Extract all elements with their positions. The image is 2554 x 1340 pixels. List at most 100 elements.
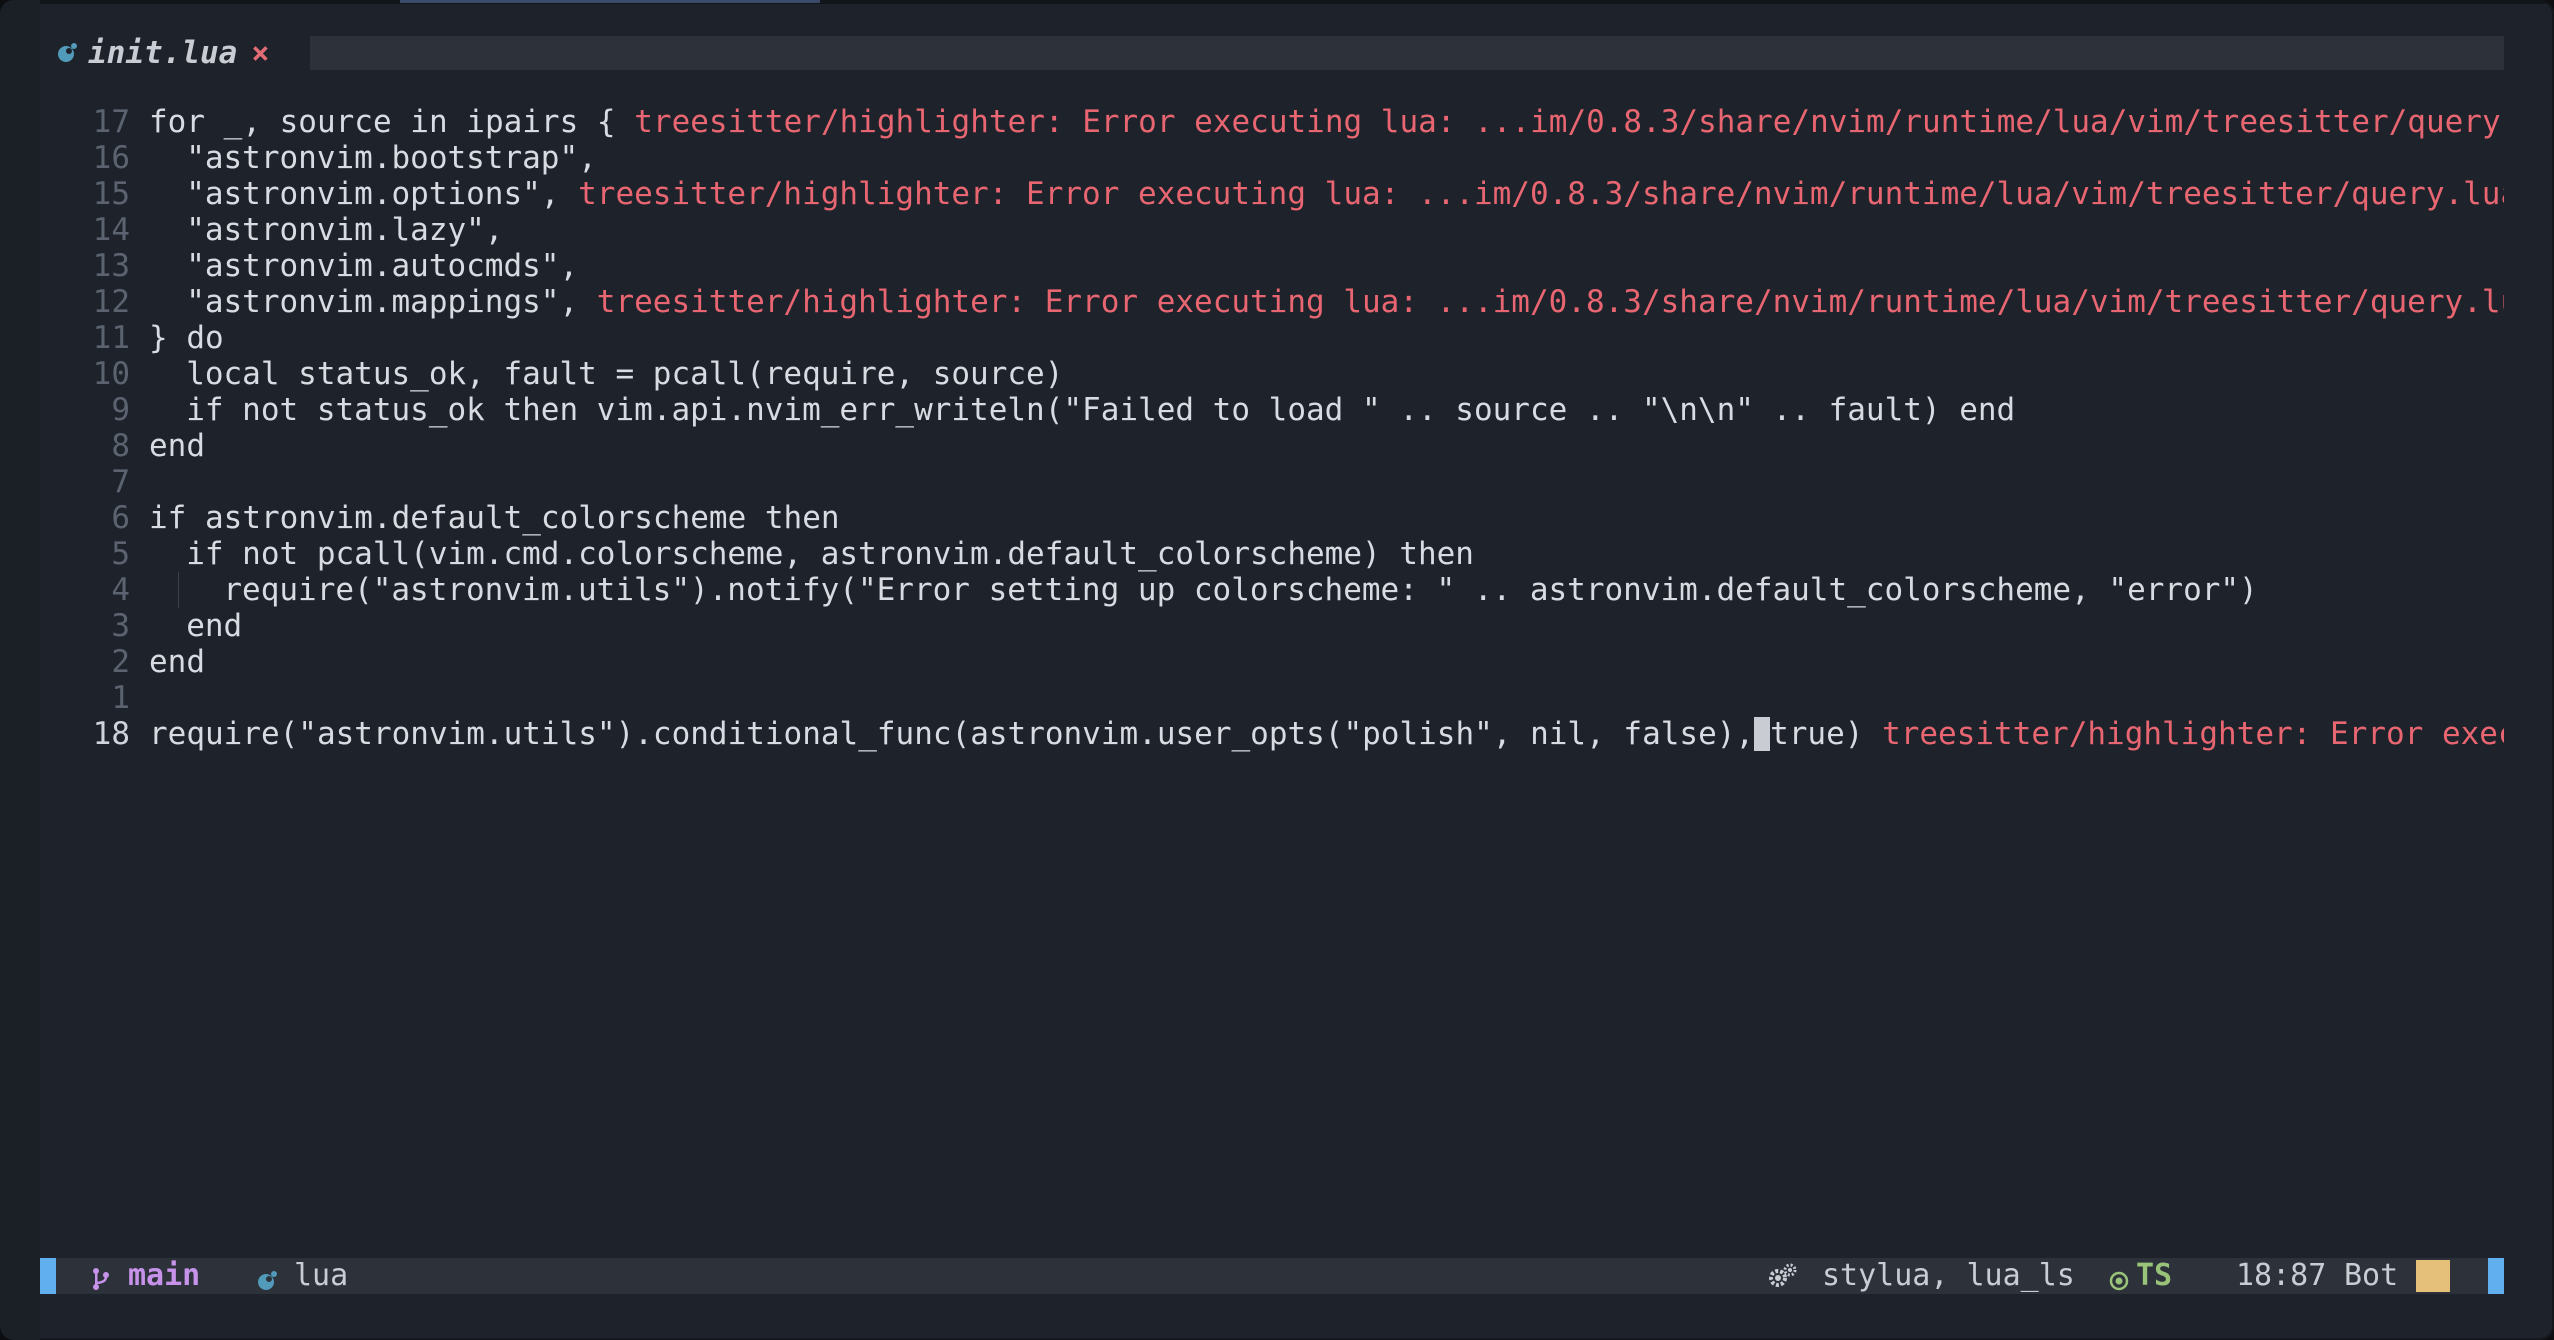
code-line[interactable]: 10 local status_ok, fault = pcall(require… bbox=[40, 356, 2504, 392]
code-content: } do bbox=[149, 320, 224, 356]
code-text: require("astronvim.utils").notify("Error… bbox=[223, 572, 2257, 608]
code-line[interactable]: 6 if astronvim.default_colorscheme then bbox=[40, 500, 2504, 536]
line-number: 1 bbox=[111, 680, 130, 716]
code-content: for _, source in ipairs { bbox=[149, 104, 635, 140]
line-number: 11 bbox=[92, 320, 130, 356]
diagnostic-virtual-text: treesitter/highlighter: Error executing … bbox=[634, 104, 2504, 140]
nvim-window: init.lua × 17 for _, source in ipairs { t… bbox=[0, 0, 2554, 1340]
filetype-label: lua bbox=[294, 1258, 349, 1293]
line-number: 8 bbox=[111, 428, 130, 464]
code-line[interactable]: 12 "astronvim.mappings", treesitter/highl… bbox=[40, 284, 2504, 320]
line-number: 14 bbox=[92, 212, 130, 248]
code-text: end bbox=[149, 428, 205, 464]
code-content: "astronvim.mappings", bbox=[186, 284, 597, 320]
code-text: } do bbox=[149, 320, 224, 356]
code-line[interactable]: 13 "astronvim.autocmds", bbox=[40, 248, 2504, 284]
treesitter-status: TS bbox=[2136, 1258, 2173, 1293]
lsp-clients[interactable]: stylua, lua_ls bbox=[1822, 1258, 2075, 1294]
diagnostic-virtual-text: treesitter/highlighter: Error executing … bbox=[596, 284, 2504, 320]
diagnostic-virtual-text: treesitter/highlighter: Error executing … bbox=[578, 176, 2504, 212]
code-content: if not status_ok then vim.api.nvim_err_w… bbox=[186, 392, 2016, 428]
code-content: local status_ok, fault = pcall(require, … bbox=[186, 356, 1064, 392]
code-line[interactable]: 7 bbox=[40, 464, 2504, 500]
statusline: main lua stylua, lua_ls TS 18:87 Bot bbox=[40, 1258, 2504, 1294]
line-number: 12 bbox=[92, 284, 130, 320]
line-number: 3 bbox=[111, 608, 130, 644]
code-content: end bbox=[149, 644, 205, 680]
code-line[interactable]: 16 "astronvim.bootstrap", bbox=[40, 140, 2504, 176]
text-cursor bbox=[1754, 717, 1771, 751]
git-branch-name[interactable]: main bbox=[128, 1258, 200, 1294]
code-text: "astronvim.options", treesitter/highligh… bbox=[186, 176, 2504, 212]
code-before-cursor: require("astronvim.utils").conditional_f… bbox=[149, 716, 1755, 752]
code-line[interactable]: 4 require("astronvim.utils").notify("Erro… bbox=[40, 572, 2504, 608]
line-number: 10 bbox=[92, 356, 130, 392]
code-text: if not status_ok then vim.api.nvim_err_w… bbox=[186, 392, 2015, 428]
lua-icon bbox=[256, 1265, 278, 1290]
line-number: 4 bbox=[111, 572, 130, 608]
code-text: "astronvim.autocmds", bbox=[186, 248, 578, 284]
code-content: "astronvim.bootstrap", bbox=[186, 140, 597, 176]
scroll-position: Bot bbox=[2344, 1258, 2399, 1293]
current-line-number: 18 bbox=[92, 716, 130, 752]
code-content: "astronvim.lazy", bbox=[186, 212, 504, 248]
code-content: if astronvim.default_colorscheme then bbox=[149, 500, 840, 536]
code-text: end bbox=[149, 644, 205, 680]
code-line[interactable]: 5 if not pcall(vim.cmd.colorscheme, astro… bbox=[40, 536, 2504, 572]
code-line[interactable]: 17 for _, source in ipairs { treesitter/h… bbox=[40, 104, 2504, 140]
mode-indicator-right bbox=[2488, 1258, 2504, 1294]
line-number: 6 bbox=[111, 500, 130, 536]
line-number: 2 bbox=[111, 644, 130, 680]
code-line[interactable]: 3 end bbox=[40, 608, 2504, 644]
code-text: require("astronvim.utils").conditional_f… bbox=[149, 716, 2504, 752]
cursor-position: 18:87 bbox=[2236, 1258, 2327, 1293]
circle-dot-icon bbox=[2108, 1265, 2130, 1291]
code-text: "astronvim.bootstrap", bbox=[186, 140, 597, 176]
line-number: 7 bbox=[111, 464, 130, 500]
code-content: "astronvim.options", bbox=[186, 176, 579, 212]
code-content: end bbox=[186, 608, 243, 644]
line-number: 13 bbox=[92, 248, 130, 284]
line-number: 15 bbox=[92, 176, 130, 212]
line-number: 5 bbox=[111, 536, 130, 572]
code-text: local status_ok, fault = pcall(require, … bbox=[186, 356, 1063, 392]
tabline-fill bbox=[310, 36, 2504, 70]
indent-guide bbox=[178, 572, 180, 608]
diagnostic-virtual-text: treesitter/highlighter: Error executin bbox=[1882, 716, 2504, 752]
tab-close-button[interactable]: × bbox=[251, 36, 269, 71]
code-content: end bbox=[149, 428, 205, 464]
scrollbar-indicator bbox=[2416, 1260, 2450, 1292]
window-top-edge bbox=[0, 0, 2554, 4]
code-line[interactable]: 9 if not status_ok then vim.api.nvim_err_… bbox=[40, 392, 2504, 428]
tab-init-lua[interactable]: init.lua × bbox=[40, 30, 302, 76]
lua-icon bbox=[56, 42, 78, 64]
code-line[interactable]: 14 "astronvim.lazy", bbox=[40, 212, 2504, 248]
code-line[interactable]: 15 "astronvim.options", treesitter/highli… bbox=[40, 176, 2504, 212]
code-text: for _, source in ipairs { treesitter/hig… bbox=[149, 104, 2504, 140]
line-number: 16 bbox=[92, 140, 130, 176]
code-line[interactable]: 2 end bbox=[40, 644, 2504, 680]
tabline: init.lua × bbox=[40, 30, 2504, 76]
code-content: "astronvim.autocmds", bbox=[186, 248, 579, 284]
code-after-cursor: true) bbox=[1770, 716, 1883, 752]
editor-buffer[interactable]: 17 for _, source in ipairs { treesitter/h… bbox=[40, 104, 2504, 1244]
tab-filename: init.lua bbox=[88, 35, 238, 71]
window-top-highlight bbox=[400, 0, 820, 3]
mode-indicator bbox=[40, 1258, 56, 1294]
line-number: 9 bbox=[111, 392, 130, 428]
code-text: end bbox=[186, 608, 242, 644]
line-number: 17 bbox=[92, 104, 130, 140]
code-text: "astronvim.lazy", bbox=[186, 212, 503, 248]
current-code-line[interactable]: 18 require("astronvim.utils").conditional… bbox=[40, 716, 2504, 752]
code-content: require("astronvim.utils").notify("Error… bbox=[223, 572, 2258, 608]
code-line[interactable]: 1 bbox=[40, 680, 2504, 716]
window-left-edge bbox=[0, 0, 40, 1340]
code-line[interactable]: 11 } do bbox=[40, 320, 2504, 356]
git-branch-icon bbox=[90, 1264, 112, 1290]
code-text: if not pcall(vim.cmd.colorscheme, astron… bbox=[186, 536, 1474, 572]
gear-icon bbox=[1768, 1263, 1798, 1291]
code-line[interactable]: 8 end bbox=[40, 428, 2504, 464]
code-content: if not pcall(vim.cmd.colorscheme, astron… bbox=[186, 536, 1474, 572]
code-text: if astronvim.default_colorscheme then bbox=[149, 500, 840, 536]
code-text: "astronvim.mappings", treesitter/highlig… bbox=[186, 284, 2504, 320]
